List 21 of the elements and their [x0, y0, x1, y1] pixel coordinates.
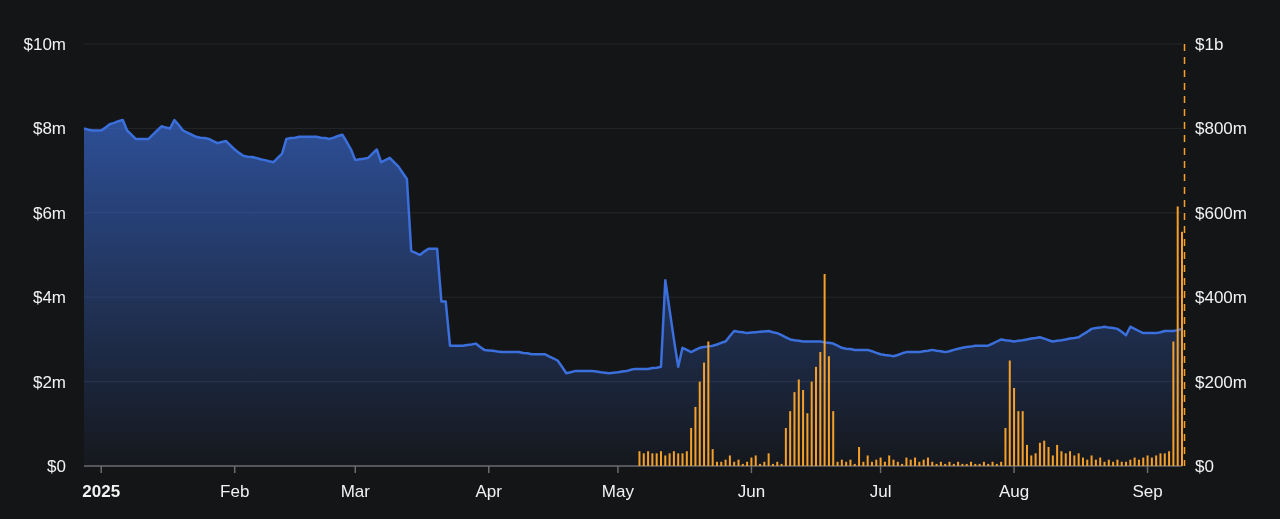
y-axis-label: $600m: [1195, 203, 1247, 223]
y-axis-label: $2m: [32, 372, 66, 392]
x-axis-label: Mar: [340, 482, 370, 501]
x-axis-label: Jul: [869, 482, 892, 501]
y-axis-label: $200m: [1195, 372, 1247, 392]
x-axis-label: Sep: [1132, 482, 1163, 501]
y-axis-label: $1b: [1195, 35, 1224, 54]
y-axis-label: $6m: [32, 203, 66, 223]
y-axis-label: $400m: [1195, 288, 1247, 308]
x-axis-label: Aug: [998, 482, 1030, 501]
x-axis-label: May: [601, 482, 634, 501]
y-axis-label: $0: [1195, 457, 1214, 476]
y-axis-label: $10m: [23, 35, 66, 54]
x-axis-label: Jun: [737, 482, 766, 501]
x-axis-label: Feb: [220, 482, 250, 501]
y-axis-label: $0: [47, 457, 66, 476]
y-axis-label: $8m: [32, 119, 66, 139]
y-axis-label: $4m: [32, 288, 66, 308]
x-axis-label: 2025: [82, 482, 121, 501]
x-axis-label: Apr: [475, 482, 502, 501]
y-axis-label: $800m: [1195, 119, 1247, 139]
